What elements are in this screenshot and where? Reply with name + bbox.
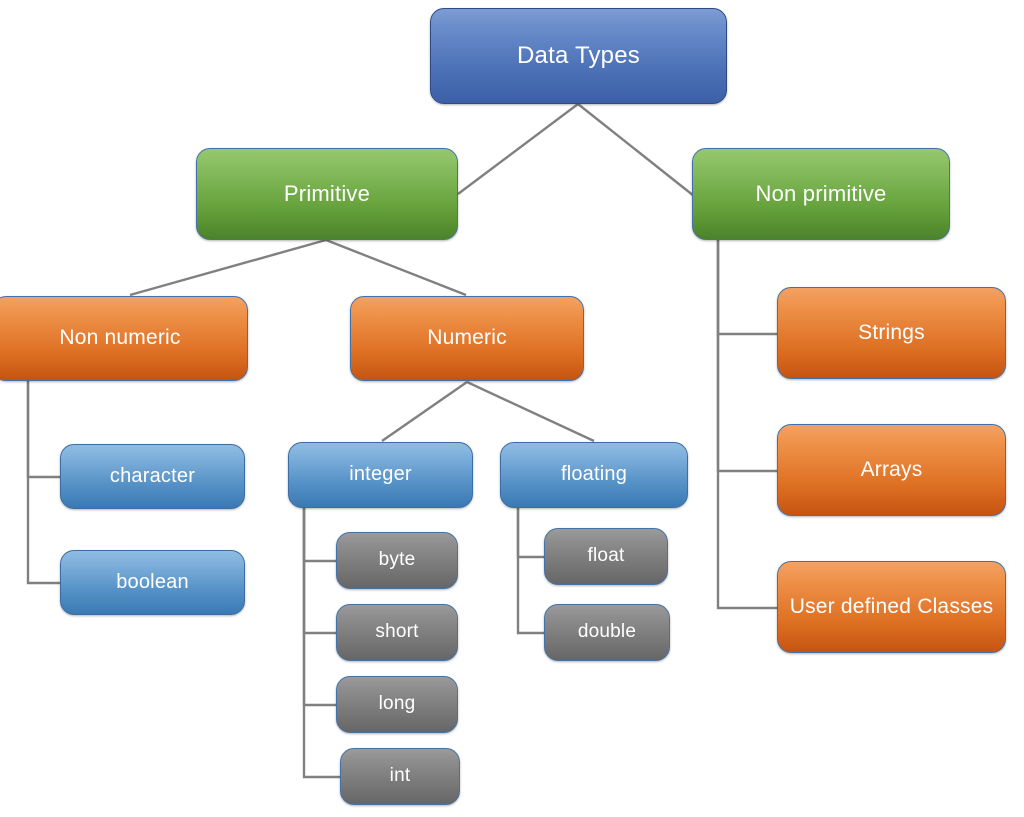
connector-numeric-to-floating: [466, 380, 595, 443]
node-arrays[interactable]: Arrays: [777, 424, 1006, 516]
node-short[interactable]: short: [336, 604, 458, 661]
node-user-classes[interactable]: User defined Classes: [777, 561, 1006, 653]
node-label-floating: floating: [560, 463, 628, 486]
node-numeric[interactable]: Numeric: [350, 296, 584, 381]
node-label-arrays: Arrays: [860, 457, 923, 481]
connector-primitive-to-non-numeric: [129, 238, 327, 297]
node-strings[interactable]: Strings: [777, 287, 1006, 379]
node-double[interactable]: double: [544, 604, 670, 661]
connector-floating-to-double: [516, 508, 544, 635]
connector-non-numeric-to-boolean: [26, 381, 60, 585]
connector-non-primitive-to-strings: [716, 240, 777, 336]
node-label-int: int: [389, 765, 411, 787]
node-label-byte: byte: [378, 549, 416, 571]
connector-non-primitive-to-user-classes: [716, 240, 777, 610]
node-floating[interactable]: floating: [500, 442, 688, 508]
node-label-character: character: [109, 464, 196, 487]
connector-floating-to-float: [516, 508, 544, 559]
node-label-float: float: [587, 545, 625, 567]
node-non-primitive[interactable]: Non primitive: [692, 148, 950, 240]
node-label-boolean: boolean: [116, 570, 189, 593]
node-label-short: short: [375, 621, 419, 643]
node-float[interactable]: float: [544, 528, 668, 585]
node-label-non-primitive: Non primitive: [755, 181, 887, 207]
node-boolean[interactable]: boolean: [60, 550, 245, 615]
node-byte[interactable]: byte: [336, 532, 458, 589]
node-int[interactable]: int: [340, 748, 460, 805]
connector-non-numeric-to-character: [26, 381, 60, 479]
node-label-user-classes: User defined Classes: [789, 594, 994, 618]
node-label-primitive: Primitive: [283, 181, 371, 207]
connector-integer-to-long: [302, 508, 336, 707]
connector-data-types-to-primitive: [457, 103, 579, 195]
connector-primitive-to-numeric: [325, 238, 467, 297]
diagram-canvas: Data Types Primitive Non primitive Non nume…: [0, 0, 1024, 817]
node-character[interactable]: character: [60, 444, 245, 509]
node-data-types[interactable]: Data Types: [430, 8, 727, 104]
node-non-numeric[interactable]: Non numeric: [0, 296, 248, 381]
node-label-non-numeric: Non numeric: [59, 326, 181, 350]
node-label-data-types: Data Types: [517, 41, 640, 69]
node-label-numeric: Numeric: [427, 326, 507, 350]
node-label-integer: integer: [349, 463, 412, 486]
connector-integer-to-int: [302, 508, 340, 779]
node-long[interactable]: long: [336, 676, 458, 733]
node-label-long: long: [378, 693, 416, 715]
node-primitive[interactable]: Primitive: [196, 148, 458, 240]
node-label-strings: Strings: [858, 320, 925, 344]
connector-non-primitive-to-arrays: [716, 240, 777, 473]
node-integer[interactable]: integer: [288, 442, 473, 508]
connector-numeric-to-integer: [381, 381, 468, 442]
connector-data-types-to-non-primitive: [577, 103, 695, 197]
connector-integer-to-short: [302, 508, 336, 635]
connector-layer: [26, 103, 777, 779]
node-label-double: double: [577, 621, 637, 643]
connector-integer-to-byte: [302, 508, 336, 563]
